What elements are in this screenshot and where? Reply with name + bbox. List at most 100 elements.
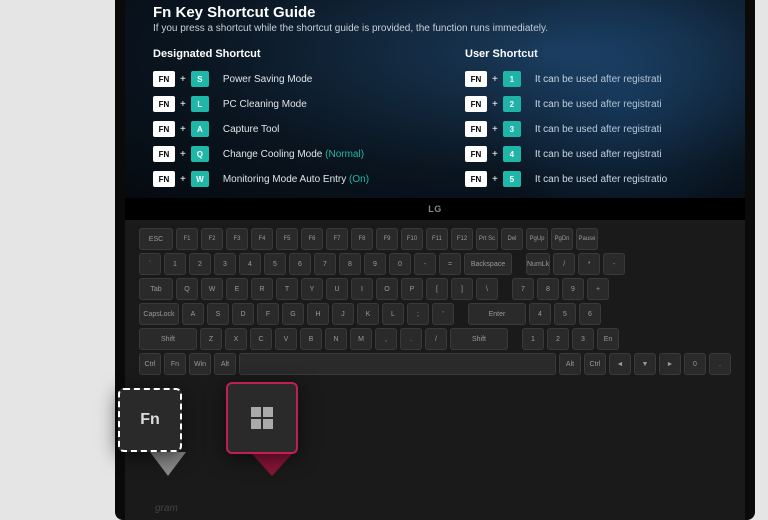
keyboard-key[interactable]: S [207,303,229,325]
keyboard-key[interactable]: En [597,328,619,350]
keyboard-key[interactable]: NumLk [526,253,550,275]
keyboard-key[interactable]: R [251,278,273,300]
keyboard-key[interactable]: F5 [276,228,298,250]
keyboard-key[interactable]: Q [176,278,198,300]
keyboard-key[interactable]: 0 [684,353,706,375]
keyboard-key[interactable]: Alt [559,353,581,375]
keyboard-key[interactable]: F [257,303,279,325]
keyboard-key[interactable]: X [225,328,247,350]
keyboard-key[interactable]: Shift [139,328,197,350]
keyboard-key[interactable]: PgDn [551,228,573,250]
keyboard-key[interactable]: Pause [576,228,598,250]
keyboard-key[interactable]: - [603,253,625,275]
keyboard-key[interactable]: G [282,303,304,325]
keyboard-key[interactable]: , [375,328,397,350]
keyboard-key[interactable]: 8 [537,278,559,300]
keyboard-key[interactable]: = [439,253,461,275]
keyboard-key[interactable]: E [226,278,248,300]
shortcut-row: FN+2It can be used after registrati [465,95,717,113]
keyboard-key[interactable]: 7 [314,253,336,275]
keyboard-key[interactable]: [ [426,278,448,300]
keyboard-key[interactable] [239,353,556,375]
keyboard-key[interactable]: * [578,253,600,275]
keyboard-key[interactable]: 4 [239,253,261,275]
keyboard-key[interactable]: Del [501,228,523,250]
keyboard-key[interactable]: Alt [214,353,236,375]
keyboard-key[interactable]: D [232,303,254,325]
keyboard-key[interactable]: W [201,278,223,300]
keyboard-key[interactable]: 1 [522,328,544,350]
keyboard-key[interactable]: A [182,303,204,325]
keyboard-key[interactable]: F10 [401,228,423,250]
keyboard-key[interactable]: M [350,328,372,350]
keyboard-key[interactable]: ` [139,253,161,275]
keyboard-key[interactable]: . [400,328,422,350]
keyboard-key[interactable]: ] [451,278,473,300]
keyboard-key[interactable]: F11 [426,228,448,250]
keyboard-key[interactable]: F1 [176,228,198,250]
keyboard-key[interactable]: F9 [376,228,398,250]
keyboard-key[interactable]: 9 [364,253,386,275]
keyboard-key[interactable]: F4 [251,228,273,250]
keyboard-key[interactable]: . [709,353,731,375]
keyboard-key[interactable]: Shift [450,328,508,350]
keyboard-key[interactable]: B [300,328,322,350]
keyboard-key[interactable]: - [414,253,436,275]
keyboard-key[interactable]: ► [659,353,681,375]
keyboard-key[interactable]: 1 [164,253,186,275]
keyboard-key[interactable]: 3 [572,328,594,350]
keyboard-key[interactable]: 7 [512,278,534,300]
keyboard-key[interactable]: ▼ [634,353,656,375]
keyboard-key[interactable]: 6 [289,253,311,275]
keyboard-key[interactable]: 2 [547,328,569,350]
plus-icon: + [492,174,498,185]
keyboard-key[interactable]: 9 [562,278,584,300]
keyboard-key[interactable]: F12 [451,228,473,250]
keyboard-key[interactable]: 8 [339,253,361,275]
keyboard-key[interactable]: Ctrl [584,353,606,375]
keyboard-key[interactable]: F7 [326,228,348,250]
keyboard-key[interactable]: J [332,303,354,325]
keyboard-key[interactable]: Win [189,353,211,375]
keyboard-key[interactable]: + [587,278,609,300]
keyboard-key[interactable]: F6 [301,228,323,250]
keyboard-key[interactable]: K [357,303,379,325]
keyboard-key[interactable]: L [382,303,404,325]
keyboard-key[interactable]: 5 [554,303,576,325]
keyboard-key[interactable]: Z [200,328,222,350]
keyboard-key[interactable]: F2 [201,228,223,250]
keyboard-key[interactable]: V [275,328,297,350]
keyboard-key[interactable]: \ [476,278,498,300]
keyboard-key[interactable]: 2 [189,253,211,275]
keyboard-key[interactable]: Backspace [464,253,512,275]
keyboard-key[interactable]: O [376,278,398,300]
keyboard-key[interactable]: F3 [226,228,248,250]
keyboard-key[interactable]: Enter [468,303,526,325]
keyboard-key[interactable]: C [250,328,272,350]
keyboard-key[interactable]: P [401,278,423,300]
keyboard-key[interactable]: 6 [579,303,601,325]
keyboard-key[interactable]: ESC [139,228,173,250]
keyboard-key[interactable]: / [553,253,575,275]
keyboard-key[interactable]: H [307,303,329,325]
keyboard-key[interactable]: I [351,278,373,300]
keyboard-key[interactable]: 0 [389,253,411,275]
keyboard-key[interactable]: 5 [264,253,286,275]
keyboard-key[interactable]: Prt Sc [476,228,498,250]
keyboard-key[interactable]: U [326,278,348,300]
keyboard-key[interactable]: ◄ [609,353,631,375]
keyboard-key[interactable]: / [425,328,447,350]
keyboard-key[interactable]: Tab [139,278,173,300]
keyboard-key[interactable]: ; [407,303,429,325]
keyboard-key[interactable]: Y [301,278,323,300]
keyboard-key[interactable]: T [276,278,298,300]
keyboard-key[interactable]: F8 [351,228,373,250]
keyboard-key[interactable]: ' [432,303,454,325]
keyboard-key[interactable]: Ctrl [139,353,161,375]
keyboard-key[interactable]: 4 [529,303,551,325]
keyboard-key[interactable]: N [325,328,347,350]
keyboard-key[interactable]: CapsLock [139,303,179,325]
keyboard-key[interactable]: Fn [164,353,186,375]
keyboard-key[interactable]: 3 [214,253,236,275]
keyboard-key[interactable]: PgUp [526,228,548,250]
